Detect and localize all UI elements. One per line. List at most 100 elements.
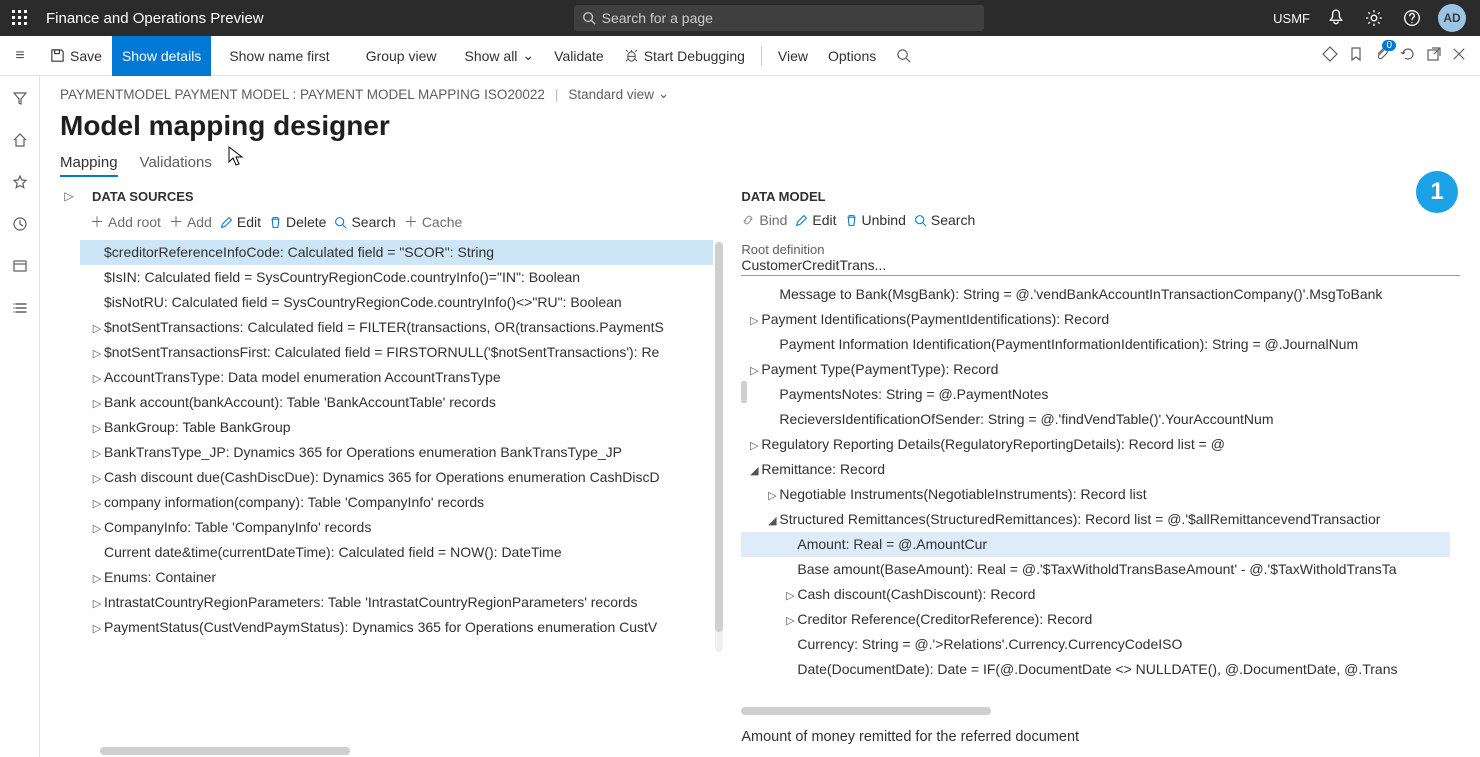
ds-tree-row[interactable]: ▷IntrastatCountryRegionParameters: Table…: [80, 590, 713, 615]
search-dm-button[interactable]: Search: [914, 212, 975, 228]
caret-icon[interactable]: ▷: [747, 309, 761, 332]
ds-tree-row[interactable]: ▷BankGroup: Table BankGroup: [80, 415, 713, 440]
show-all-dropdown[interactable]: Show all⌄: [455, 36, 545, 76]
caret-icon[interactable]: ▷: [90, 517, 104, 540]
delete-button[interactable]: Delete: [269, 214, 326, 230]
ds-tree-row[interactable]: $creditorReferenceInfoCode: Calculated f…: [80, 240, 713, 265]
tab-validations[interactable]: Validations: [140, 154, 212, 177]
save-button[interactable]: Save: [40, 36, 112, 76]
ds-tree-row[interactable]: ▷PaymentStatus(CustVendPaymStatus): Dyna…: [80, 615, 713, 640]
search-icon[interactable]: [886, 36, 921, 76]
ds-tree-row[interactable]: ▷Enums: Container: [80, 565, 713, 590]
dm-tree-row[interactable]: Currency: String = @.'>Relations'.Curren…: [741, 632, 1450, 657]
dm-tree-row[interactable]: Amount: Real = @.AmountCur: [741, 532, 1450, 557]
options-menu[interactable]: Options: [818, 36, 886, 76]
caret-icon[interactable]: ▷: [747, 434, 761, 457]
popout-icon[interactable]: [1426, 46, 1442, 65]
search-button[interactable]: Search: [334, 214, 395, 230]
scrollbar-horizontal[interactable]: [741, 707, 991, 715]
scrollbar-vertical[interactable]: [715, 242, 723, 652]
help-icon[interactable]: [1400, 6, 1424, 30]
avatar[interactable]: AD: [1438, 4, 1466, 32]
panel-icon[interactable]: [8, 254, 32, 278]
ds-tree-row[interactable]: ▷AccountTransType: Data model enumeratio…: [80, 365, 713, 390]
caret-icon[interactable]: ▷: [90, 442, 104, 465]
refresh-icon[interactable]: [1400, 46, 1416, 65]
ds-tree-row[interactable]: ▷CompanyInfo: Table 'CompanyInfo' record…: [80, 515, 713, 540]
gear-icon[interactable]: [1362, 6, 1386, 30]
view-menu[interactable]: View: [768, 36, 818, 76]
show-details-button[interactable]: Show details: [112, 36, 211, 76]
edit-dm-button[interactable]: Edit: [795, 212, 836, 228]
tab-mapping[interactable]: Mapping: [60, 154, 118, 177]
ds-tree-row[interactable]: ▷$notSentTransactions: Calculated field …: [80, 315, 713, 340]
caret-icon[interactable]: ▷: [90, 592, 104, 615]
caret-icon[interactable]: ▷: [90, 367, 104, 390]
dm-tree-row[interactable]: PaymentsNotes: String = @.PaymentNotes: [741, 382, 1450, 407]
star-icon[interactable]: [8, 170, 32, 194]
caret-icon[interactable]: ▷: [90, 317, 104, 340]
dm-tree-row[interactable]: Payment Information Identification(Payme…: [741, 332, 1450, 357]
caret-icon[interactable]: ▷: [90, 567, 104, 590]
clock-icon[interactable]: [8, 212, 32, 236]
dm-tree-row[interactable]: Base amount(BaseAmount): Real = @.'$TaxW…: [741, 557, 1450, 582]
ds-tree-row[interactable]: ▷$notSentTransactionsFirst: Calculated f…: [80, 340, 713, 365]
dm-tree-row[interactable]: ▷Payment Identifications(PaymentIdentifi…: [741, 307, 1450, 332]
root-definition-value[interactable]: CustomerCreditTrans...: [741, 257, 1460, 276]
dm-tree-row[interactable]: ▷Regulatory Reporting Details(Regulatory…: [741, 432, 1450, 457]
dm-tree-row[interactable]: ▷Negotiable Instruments(NegotiableInstru…: [741, 482, 1450, 507]
validate-button[interactable]: Validate: [544, 36, 614, 76]
caret-icon[interactable]: ▷: [90, 492, 104, 515]
caret-icon[interactable]: ▷: [90, 417, 104, 440]
diamond-icon[interactable]: [1322, 46, 1338, 65]
dm-tree-row[interactable]: ▷Payment Type(PaymentType): Record: [741, 357, 1450, 382]
list-icon[interactable]: [8, 296, 32, 320]
add-root-button[interactable]: ＋Add root: [90, 212, 161, 232]
ds-tree-row[interactable]: Current date&time(currentDateTime): Calc…: [80, 540, 713, 565]
caret-icon[interactable]: ◢: [747, 459, 761, 482]
dm-tree-row[interactable]: Message to Bank(MsgBank): String = @.'ve…: [741, 282, 1450, 307]
waffle-icon[interactable]: [0, 0, 40, 36]
show-name-first-button[interactable]: Show name first: [211, 36, 347, 76]
group-view-button[interactable]: Group view: [348, 36, 455, 76]
dm-tree-row[interactable]: ◢Remittance: Record: [741, 457, 1450, 482]
expand-arrow-icon[interactable]: ▷: [60, 189, 78, 203]
cache-button[interactable]: ＋Cache: [404, 212, 462, 232]
start-debugging-button[interactable]: Start Debugging: [614, 36, 755, 76]
bookmark-icon[interactable]: [1348, 46, 1364, 65]
dm-tree-row[interactable]: RecieversIdentificationOfSender: String …: [741, 407, 1450, 432]
dm-tree-row[interactable]: ▷Cash discount(CashDiscount): Record: [741, 582, 1450, 607]
scrollbar-horizontal[interactable]: [100, 747, 350, 755]
ds-tree-row[interactable]: ▷Cash discount due(CashDiscDue): Dynamic…: [80, 465, 713, 490]
company-label[interactable]: USMF: [1273, 11, 1310, 26]
ds-tree-row[interactable]: $isNotRU: Calculated field = SysCountryR…: [80, 290, 713, 315]
caret-icon[interactable]: ◢: [765, 509, 779, 532]
caret-icon[interactable]: ▷: [765, 484, 779, 507]
ds-tree-row[interactable]: $IsIN: Calculated field = SysCountryRegi…: [80, 265, 713, 290]
hamburger-icon[interactable]: ≡: [0, 47, 40, 65]
caret-icon[interactable]: ▷: [747, 359, 761, 382]
unbind-button[interactable]: Unbind: [845, 212, 906, 228]
caret-icon[interactable]: ▷: [783, 584, 797, 607]
filter-icon[interactable]: [8, 86, 32, 110]
dm-tree-row[interactable]: ▷Creditor Reference(CreditorReference): …: [741, 607, 1450, 632]
bell-icon[interactable]: [1324, 6, 1348, 30]
ds-tree-row[interactable]: ▷BankTransType_JP: Dynamics 365 for Oper…: [80, 440, 713, 465]
caret-icon[interactable]: ▷: [90, 342, 104, 365]
attach-icon[interactable]: 0: [1374, 46, 1390, 65]
caret-icon[interactable]: ▷: [90, 617, 104, 640]
dm-tree-row[interactable]: Date(DocumentDate): Date = IF(@.Document…: [741, 657, 1450, 682]
ds-tree-row[interactable]: ▷company information(company): Table 'Co…: [80, 490, 713, 515]
caret-icon[interactable]: ▷: [783, 609, 797, 632]
add-button[interactable]: ＋Add: [169, 212, 212, 232]
view-dropdown[interactable]: Standard view ⌄: [568, 86, 669, 102]
dm-tree-row[interactable]: ◢Structured Remittances(StructuredRemitt…: [741, 507, 1450, 532]
edit-button[interactable]: Edit: [220, 214, 261, 230]
ds-tree-row[interactable]: ▷Bank account(bankAccount): Table 'BankA…: [80, 390, 713, 415]
home-icon[interactable]: [8, 128, 32, 152]
bind-button[interactable]: Bind: [741, 212, 787, 228]
close-icon[interactable]: [1452, 47, 1466, 64]
caret-icon[interactable]: ▷: [90, 392, 104, 415]
search-input[interactable]: Search for a page: [574, 5, 984, 31]
caret-icon[interactable]: ▷: [90, 467, 104, 490]
